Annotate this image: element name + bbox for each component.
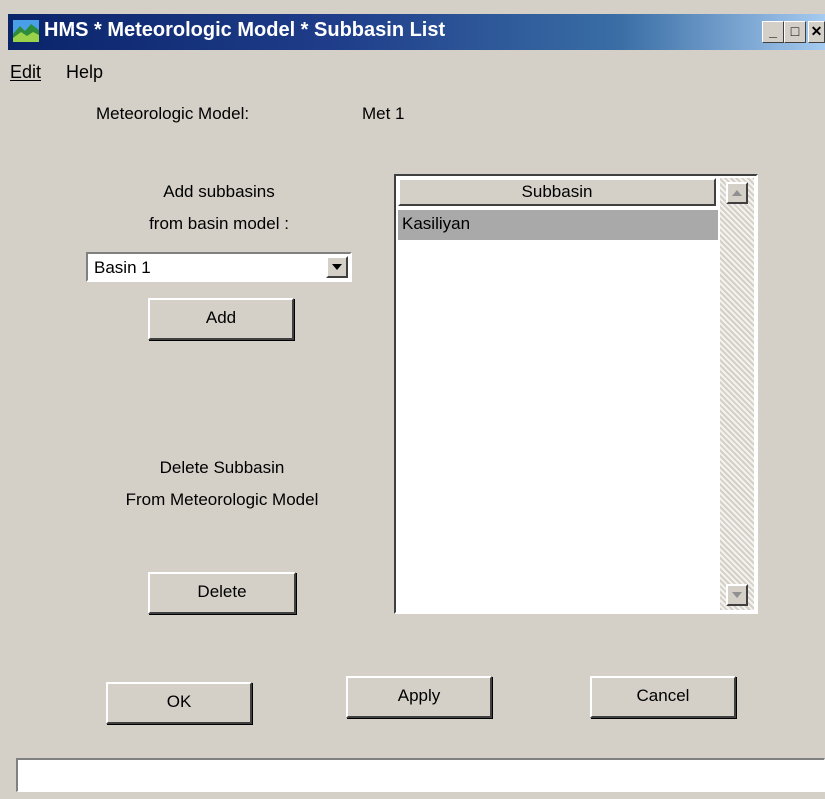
dropdown-arrow-button[interactable] — [326, 256, 348, 278]
apply-button[interactable]: Apply — [346, 676, 492, 718]
cancel-button-label: Cancel — [636, 686, 690, 705]
app-icon — [13, 20, 39, 42]
cancel-button[interactable]: Cancel — [590, 676, 736, 718]
delete-subbasin-label-1: Delete Subbasin — [159, 458, 285, 477]
add-subbasins-label-2: from basin model : — [149, 214, 289, 233]
close-icon: ✕ — [810, 23, 823, 39]
maximize-icon: □ — [790, 23, 800, 39]
basin-model-select-value: Basin 1 — [94, 258, 151, 277]
chevron-down-icon — [332, 264, 342, 270]
title-bar[interactable]: HMS * Meteorologic Model * Subbasin List… — [8, 14, 825, 50]
delete-button[interactable]: Delete — [148, 572, 296, 614]
basin-model-select[interactable]: Basin 1 — [86, 252, 352, 282]
ok-button[interactable]: OK — [106, 682, 252, 724]
chevron-up-icon — [732, 190, 742, 196]
subbasin-column-header[interactable]: Subbasin — [398, 178, 716, 206]
status-bar — [16, 758, 825, 792]
add-button-label: Add — [205, 308, 237, 327]
menu-help-label: Help — [66, 62, 104, 82]
menu-edit-label: Edit — [10, 62, 42, 82]
apply-button-label: Apply — [397, 686, 441, 705]
list-item[interactable]: Kasiliyan — [398, 210, 718, 240]
add-button[interactable]: Add — [148, 298, 294, 340]
chevron-down-icon — [732, 592, 742, 598]
met-model-value: Met 1 — [362, 104, 405, 123]
met-model-label: Meteorologic Model: — [96, 104, 250, 123]
scroll-down-button[interactable] — [726, 584, 748, 606]
delete-subbasin-label-2: From Meteorologic Model — [125, 490, 319, 509]
close-button[interactable]: ✕ — [808, 21, 825, 43]
ok-button-label: OK — [166, 692, 192, 711]
subbasin-list[interactable]: Subbasin Kasiliyan — [394, 174, 758, 614]
menu-edit[interactable]: Edit — [10, 62, 41, 83]
window-title: HMS * Meteorologic Model * Subbasin List — [44, 19, 446, 41]
scroll-up-button[interactable] — [726, 182, 748, 204]
vertical-scrollbar[interactable] — [720, 178, 754, 610]
delete-button-label: Delete — [197, 582, 247, 601]
menu-help[interactable]: Help — [66, 62, 103, 83]
maximize-button[interactable]: □ — [784, 21, 806, 43]
minimize-icon: _ — [769, 23, 777, 39]
minimize-button[interactable]: _ — [762, 21, 784, 43]
add-subbasins-label-1: Add subbasins — [163, 182, 275, 201]
list-item-label: Kasiliyan — [402, 214, 471, 233]
